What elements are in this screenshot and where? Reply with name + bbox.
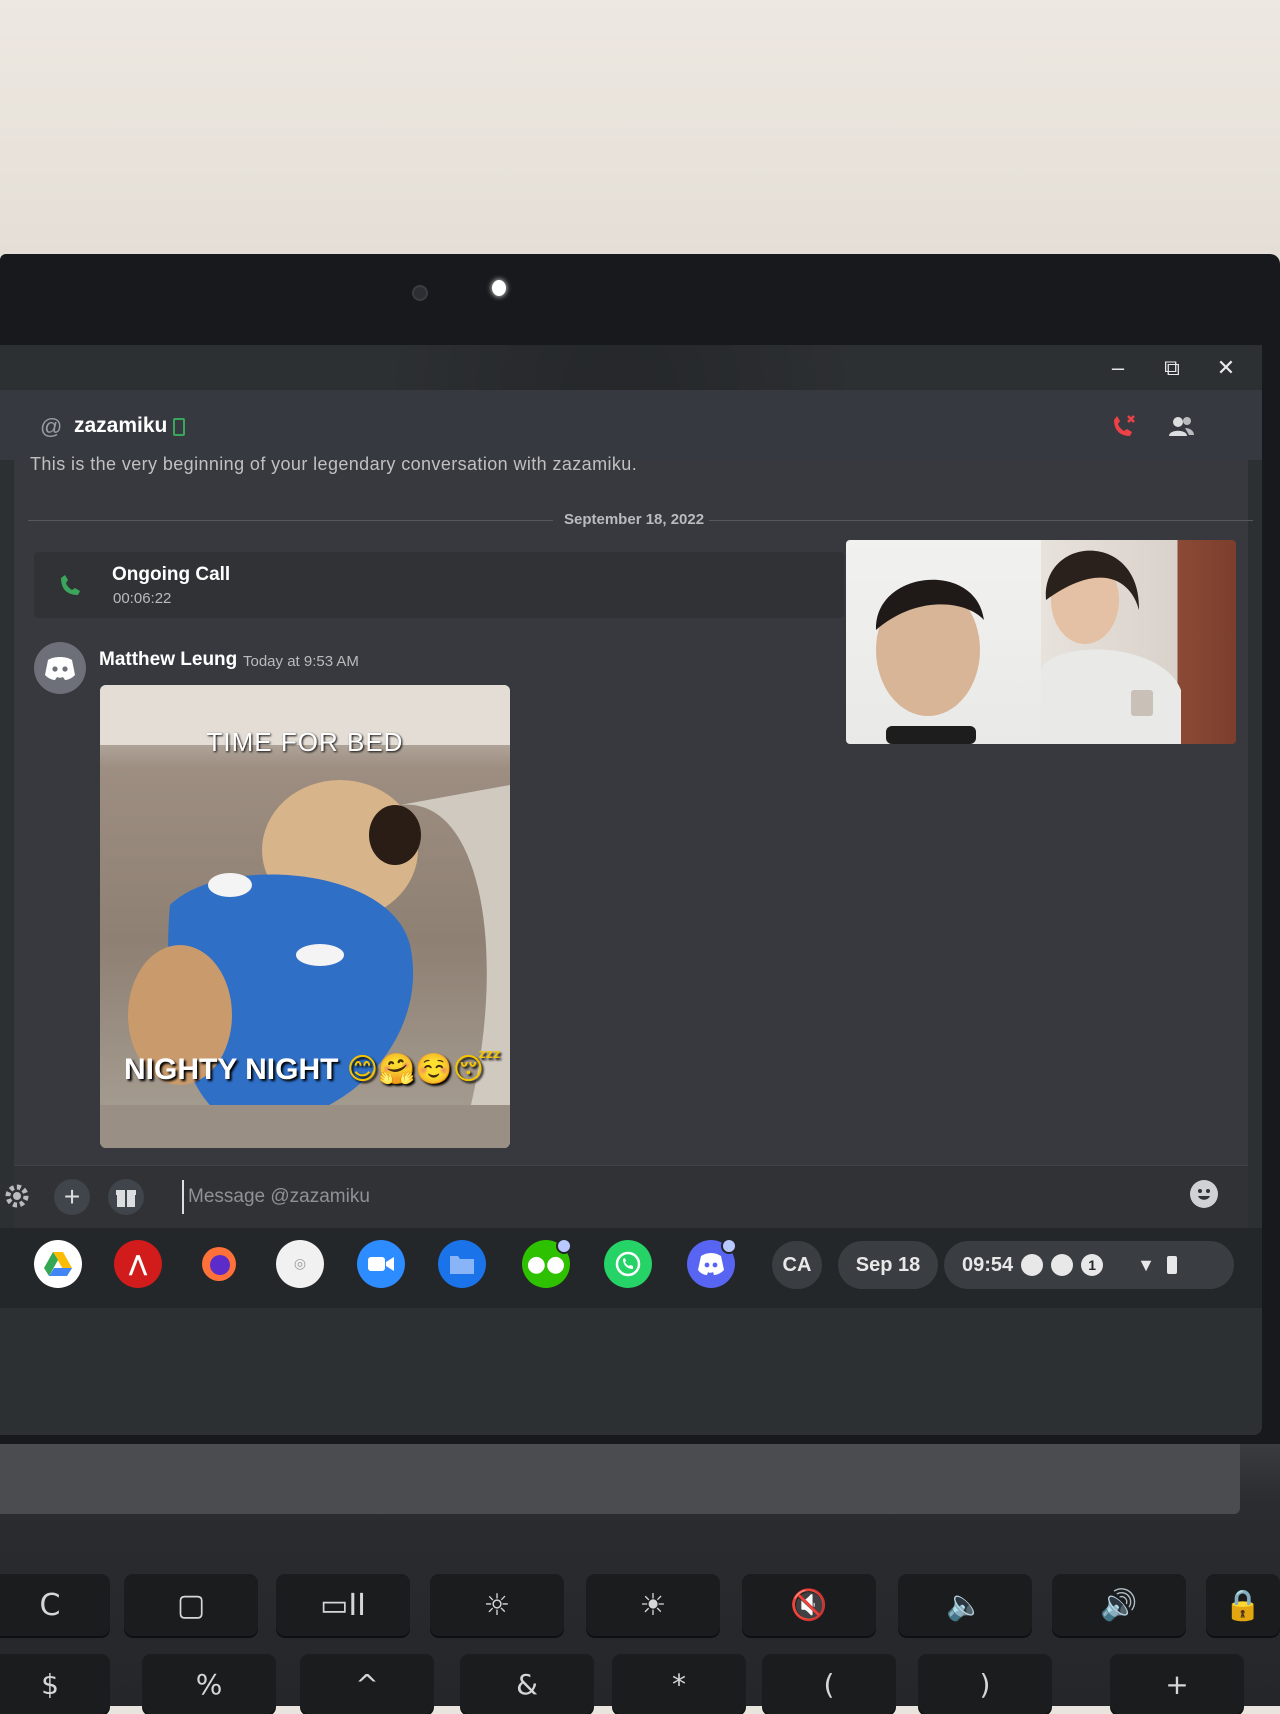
gif-attachment[interactable]: TIME FOR BED NIGHTY NIGHT 😊🤗☺️😴 (100, 685, 510, 1148)
restore-button[interactable]: ⧉ (1162, 355, 1182, 381)
key-percent[interactable]: % (142, 1654, 276, 1714)
gift-icon (116, 1190, 136, 1207)
upload-plus-button[interactable]: + (54, 1179, 90, 1215)
discord-logo-icon (45, 657, 75, 680)
key-lock[interactable]: 🔒 (1206, 1574, 1280, 1636)
key-dollar[interactable]: $ (0, 1654, 110, 1714)
close-button[interactable]: ✕ (1216, 355, 1236, 381)
dm-username[interactable]: zazamiku (74, 414, 167, 438)
gif-caption-bottom: NIGHTY NIGHT 😊🤗☺️😴 (124, 1052, 510, 1087)
firefox-icon-glyph (202, 1247, 236, 1281)
date-divider-left (28, 520, 553, 521)
avatar[interactable] (34, 642, 86, 694)
gift-button[interactable] (108, 1179, 144, 1215)
key-ampersand[interactable]: & (460, 1654, 594, 1714)
app-icon[interactable]: ◎ (276, 1240, 324, 1288)
emoji-picker-button[interactable] (1190, 1180, 1218, 1208)
discord-logo-icon (698, 1253, 724, 1275)
key-volume-down[interactable]: 🔈 (898, 1574, 1032, 1636)
gif-caption-top: TIME FOR BED (206, 727, 404, 757)
call-title: Ongoing Call (112, 564, 231, 585)
ongoing-call-card[interactable]: Ongoing Call 00:06:22 (34, 552, 844, 618)
call-duration: 00:06:22 (113, 590, 172, 607)
background-wall (0, 0, 1280, 262)
sync-tray-icon (1051, 1254, 1074, 1276)
key-fullscreen[interactable]: ▢ (124, 1574, 258, 1636)
gif-emojis: 😊🤗☺️😴 (346, 1052, 501, 1087)
firefox-icon[interactable] (195, 1240, 243, 1288)
participant-video (1041, 550, 1181, 744)
key-caret[interactable]: ^ (300, 1654, 434, 1714)
participant-video (875, 579, 984, 744)
date-divider: September 18, 2022 (564, 511, 705, 528)
chromeos-shelf: ⋀ ◎ ●● CA Sep 18 09:54 1 ▼ (0, 1228, 1262, 1308)
message-timestamp: Today at 9:53 AM (243, 653, 359, 670)
discord-icon[interactable] (687, 1238, 737, 1288)
key-refresh[interactable]: C (0, 1574, 110, 1636)
gear-icon[interactable] (2, 1181, 32, 1211)
conversation-intro: This is the very beginning of your legen… (30, 454, 638, 474)
smiley-icon (1198, 1189, 1210, 1200)
key-plus[interactable]: + (1110, 1654, 1244, 1714)
at-icon: @ (40, 414, 63, 439)
wifi-icon: ▼ (1137, 1254, 1155, 1275)
notification-count: 1 (1081, 1254, 1104, 1276)
notification-dot (556, 1238, 572, 1254)
wechat-icon[interactable]: ●● (522, 1238, 572, 1288)
folder-icon (450, 1256, 474, 1274)
whatsapp-phone-icon (615, 1251, 641, 1277)
webcam-lens (412, 285, 428, 301)
video-camera-icon (368, 1257, 394, 1271)
message-composer: + (5, 1165, 1248, 1229)
keyboard-hinge (0, 1444, 1240, 1514)
key-close-paren[interactable]: ) (918, 1654, 1052, 1714)
hang-up-icon[interactable] (1108, 412, 1138, 442)
message-list[interactable]: This is the very beginning of your legen… (14, 454, 1253, 1165)
video-tile-remote[interactable] (1041, 540, 1236, 744)
discord-tray-icon (1021, 1254, 1044, 1276)
minimize-button[interactable]: – (1108, 355, 1128, 381)
acrobat-icon[interactable]: ⋀ (114, 1240, 162, 1288)
keyboard: C ▢ ▭II ☼ ☀ 🔇 🔈 🔊 🔒 $ % ^ ? & * ( ) + (0, 1444, 1280, 1714)
key-overview[interactable]: ▭II (276, 1574, 410, 1636)
key-volume-up[interactable]: 🔊 (1052, 1574, 1186, 1636)
google-drive-icon[interactable] (34, 1240, 82, 1288)
message-author[interactable]: Matthew Leung (99, 649, 237, 671)
video-call-tiles (846, 540, 1236, 744)
dm-header: @ zazamiku (0, 390, 1262, 460)
video-tile-local[interactable] (846, 540, 1041, 744)
key-brightness-down[interactable]: ☼ (430, 1574, 564, 1636)
date-divider-right (709, 520, 1253, 521)
member-list-icon[interactable] (1166, 412, 1196, 442)
date-button[interactable]: Sep 18 (838, 1241, 938, 1289)
key-asterisk[interactable]: * (612, 1654, 746, 1714)
whatsapp-icon[interactable] (604, 1240, 652, 1288)
zoom-icon[interactable] (357, 1240, 405, 1288)
files-icon[interactable] (438, 1240, 486, 1288)
key-mute[interactable]: 🔇 (742, 1574, 876, 1636)
notification-dot (721, 1238, 737, 1254)
key-open-paren[interactable]: ( (762, 1654, 896, 1714)
webcam-light (492, 280, 506, 296)
key-brightness-up[interactable]: ☀ (586, 1574, 720, 1636)
gif-caption-bottom-text: NIGHTY NIGHT (124, 1053, 339, 1086)
laptop-screen: – ⧉ ✕ @ zazamiku This is the very beginn… (0, 345, 1262, 1435)
clock-time: 09:54 (962, 1253, 1014, 1276)
status-tray[interactable]: 09:54 1 ▼ (944, 1241, 1234, 1289)
google-drive-icon-glyph (44, 1252, 72, 1276)
window-controls: – ⧉ ✕ (1108, 355, 1236, 381)
mobile-online-icon (173, 418, 185, 436)
phone-icon (61, 575, 80, 595)
ime-indicator[interactable]: CA (772, 1241, 822, 1289)
message-input[interactable] (182, 1180, 1170, 1214)
battery-icon (1166, 1256, 1177, 1274)
